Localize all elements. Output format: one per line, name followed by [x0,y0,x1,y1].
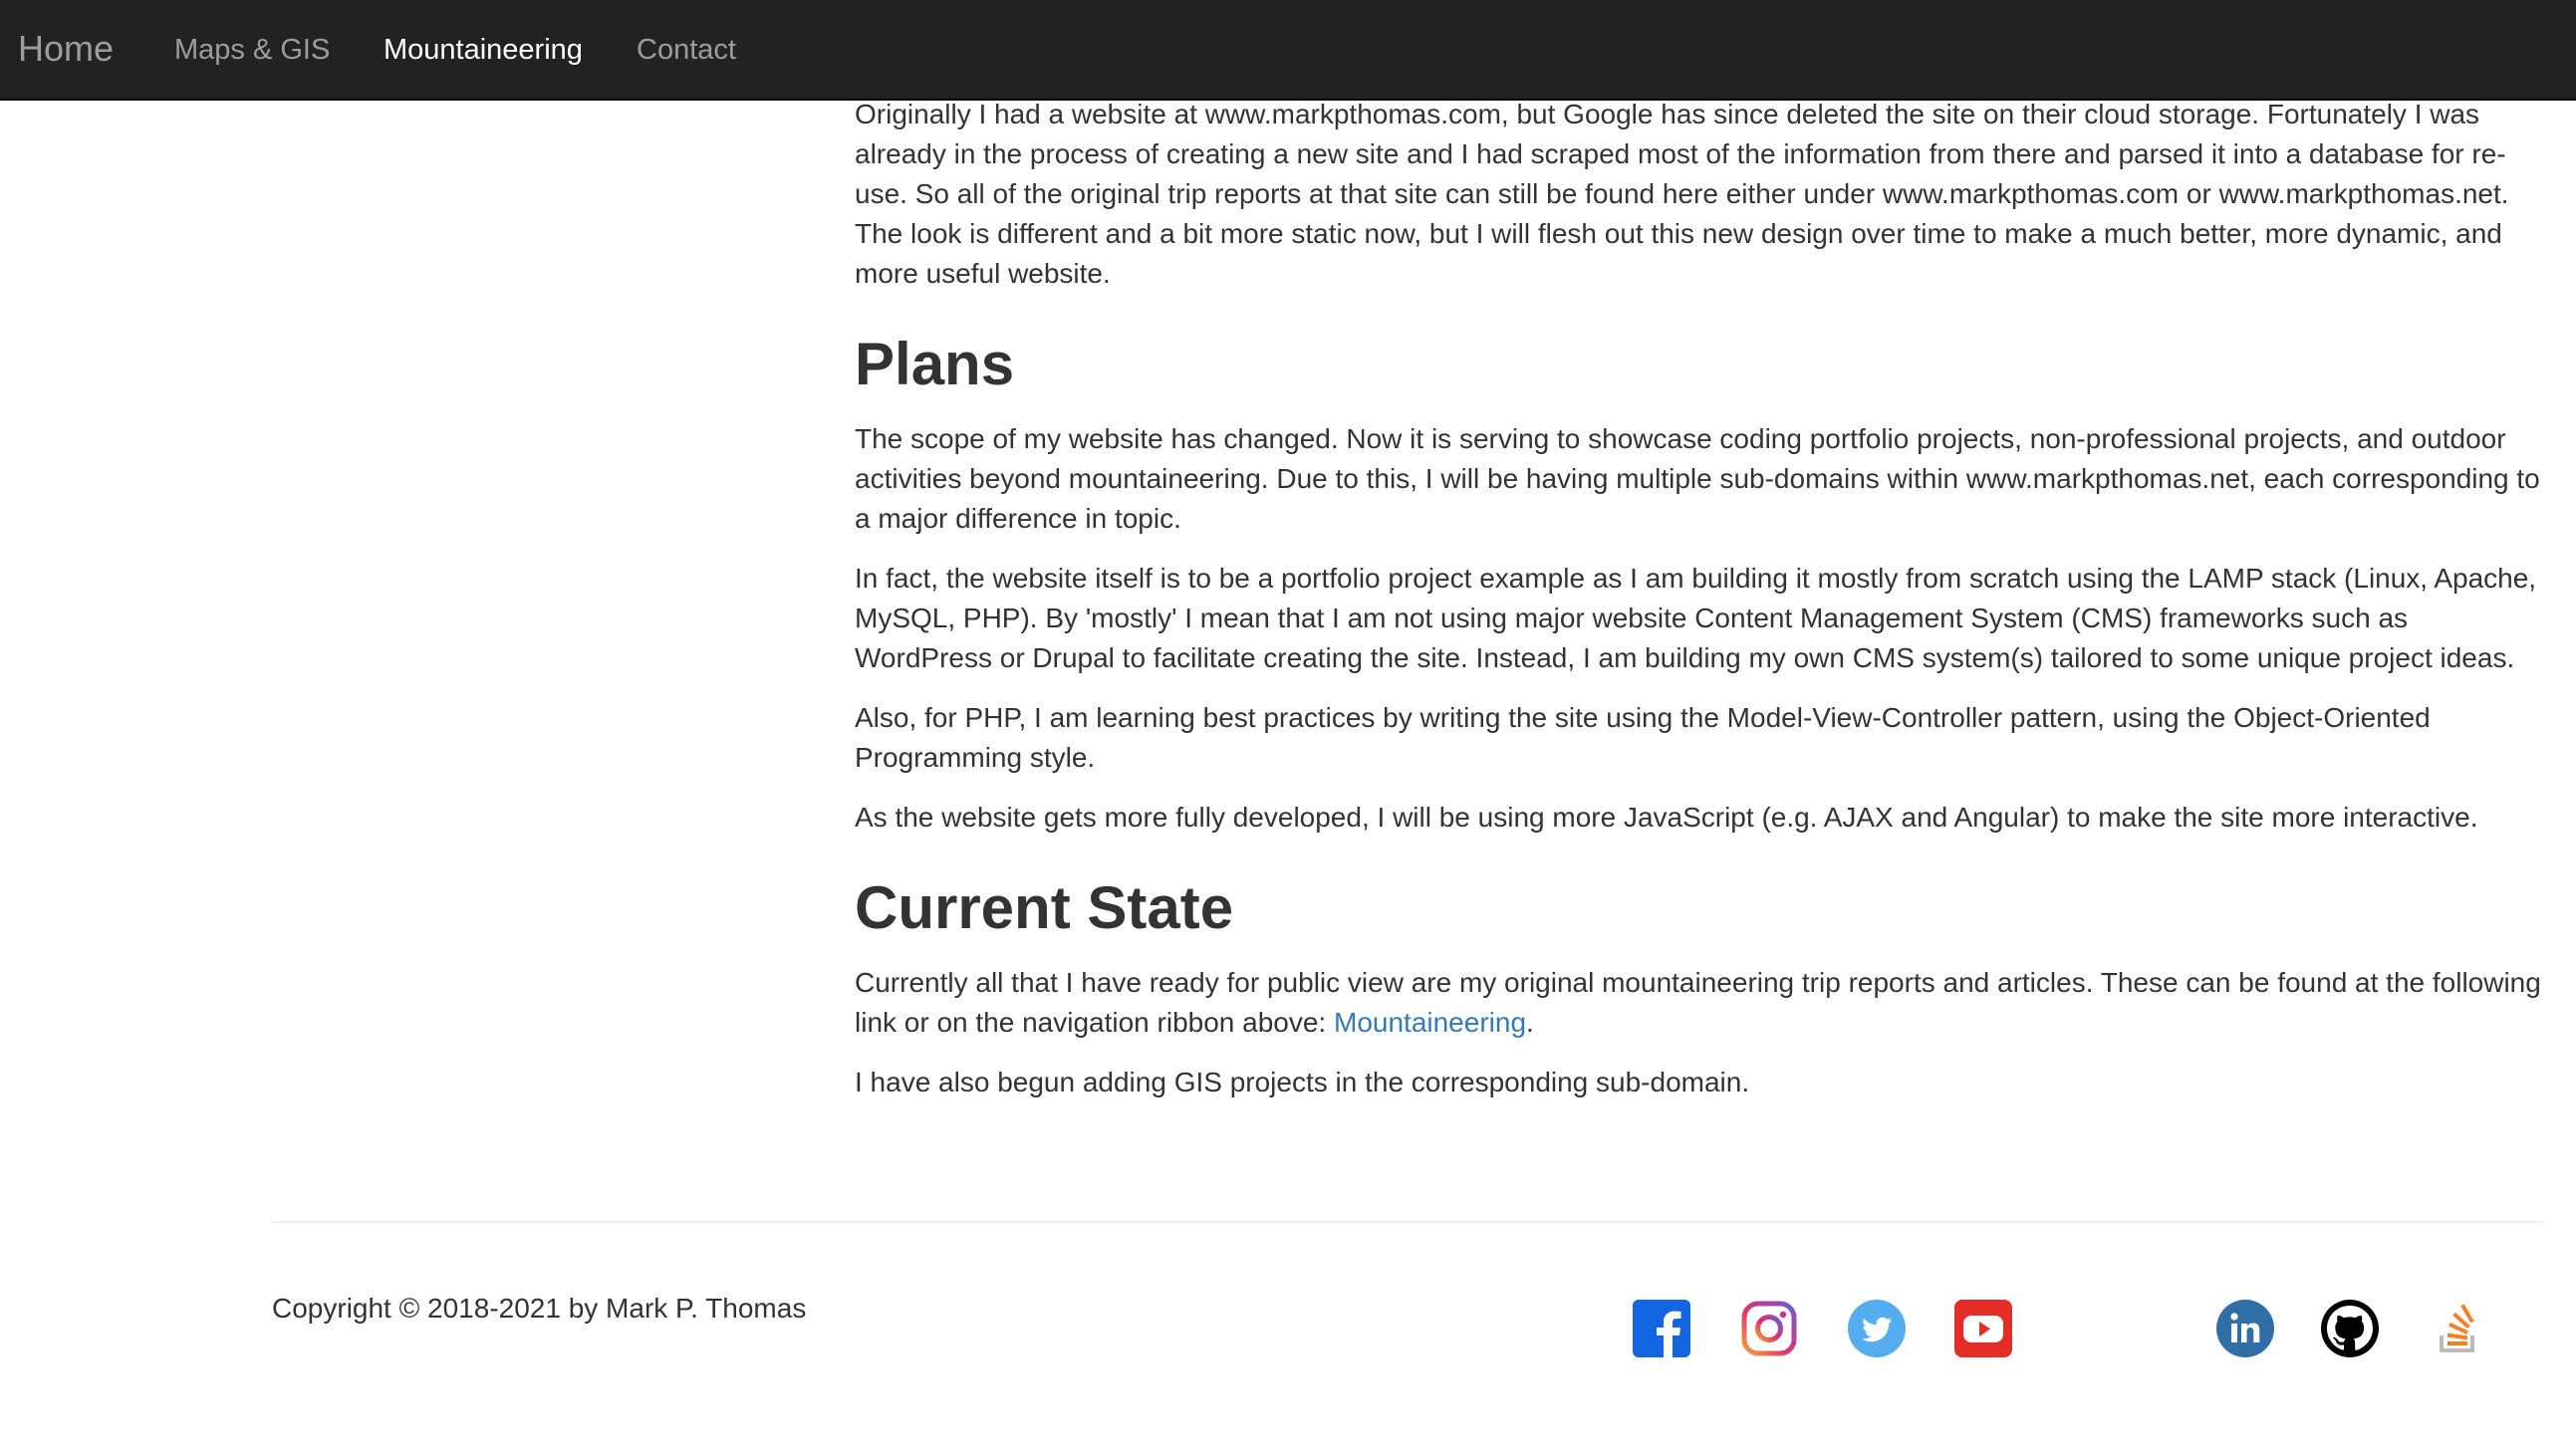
copyright-text: Copyright © 2018-2021 by Mark P. Thomas [272,1293,807,1324]
footer-divider [272,1221,2543,1223]
facebook-icon [1633,1300,1690,1357]
stackoverflow-icon [2440,1304,2474,1352]
nav-item-contact[interactable]: Contact [637,32,736,68]
current-state-heading: Current State [855,874,1234,941]
linkedin-icon [2216,1300,2274,1357]
current-state-period: . [1526,1007,1534,1038]
youtube-link[interactable] [1954,1300,2012,1357]
instagram-icon [1741,1301,1797,1356]
current-state-paragraph-1: Currently all that I have ready for publ… [855,963,2548,1043]
stackoverflow-link[interactable] [2431,1300,2488,1357]
current-state-text: Currently all that I have ready for publ… [855,967,2541,1038]
github-icon [2321,1300,2379,1357]
plans-paragraph-3: Also, for PHP, I am learning best practi… [855,702,2431,773]
twitter-link[interactable] [1848,1300,1906,1357]
plans-paragraph-2: In fact, the website itself is to be a p… [855,563,2537,673]
linkedin-link[interactable] [2216,1300,2274,1357]
current-state-paragraph-2: I have also begun adding GIS projects in… [855,1067,1750,1097]
nav-item-maps-gis[interactable]: Maps & GIS [174,32,330,68]
main-content: Originally I had a website at www.markpt… [855,95,2548,1122]
intro-paragraph: Originally I had a website at www.markpt… [855,99,2509,289]
plans-heading: Plans [855,331,1015,397]
nav-home-link[interactable]: Home [18,26,114,72]
top-navbar: Home Maps & GIS Mountaineering Contact [0,0,2576,101]
github-link[interactable] [2321,1300,2379,1357]
facebook-link[interactable] [1633,1300,1690,1357]
mountaineering-link[interactable]: Mountaineering [1334,1007,1526,1038]
plans-paragraph-4: As the website gets more fully developed… [855,802,2478,833]
twitter-icon [1848,1300,1906,1357]
youtube-icon [1954,1300,2012,1357]
instagram-link[interactable] [1740,1300,1798,1357]
nav-item-mountaineering[interactable]: Mountaineering [384,32,583,68]
plans-paragraph-1: The scope of my website has changed. Now… [855,423,2540,534]
